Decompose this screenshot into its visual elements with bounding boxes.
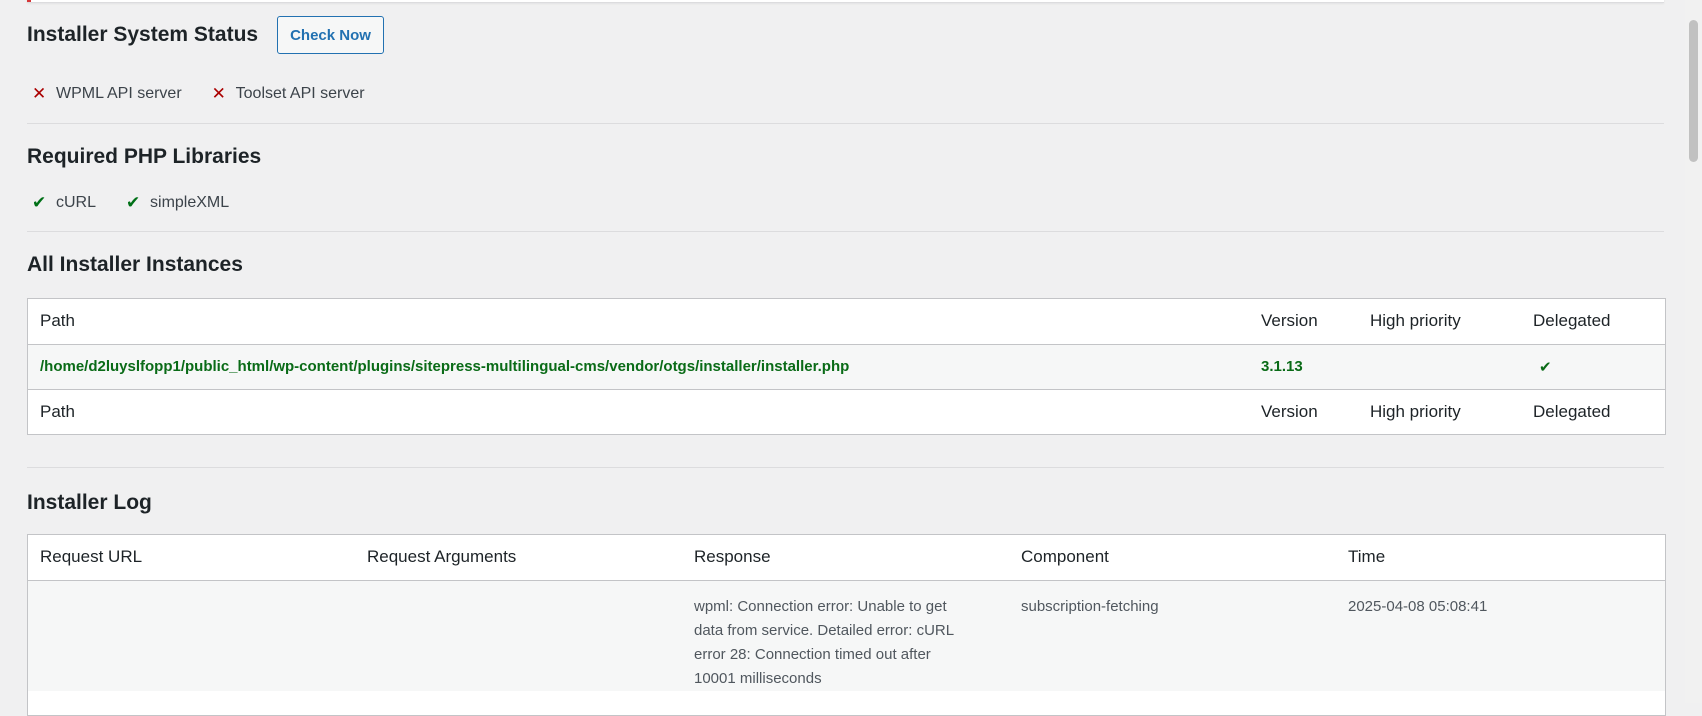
- check-now-button[interactable]: Check Now: [277, 16, 384, 54]
- check-icon: ✔: [32, 193, 47, 212]
- column-footer-delegated: Delegated: [1533, 401, 1611, 421]
- installer-log-title: Installer Log: [27, 491, 152, 514]
- log-request-url: [28, 580, 355, 691]
- library-label: cURL: [56, 194, 97, 211]
- instances-header: All Installer Instances: [27, 253, 243, 277]
- instances-title: All Installer Instances: [27, 253, 243, 276]
- server-label: WPML API server: [56, 85, 182, 102]
- php-libraries-header: Required PHP Libraries: [27, 145, 261, 169]
- notice-accent: [27, 0, 31, 2]
- instance-path: /home/d2luyslfopp1/public_html/wp-conten…: [40, 358, 850, 375]
- column-header-component: Component: [1021, 547, 1109, 567]
- admin-notice-bar: [27, 0, 1664, 3]
- server-label: Toolset API server: [235, 85, 365, 102]
- table-header-row: Request URL Request Arguments Response C…: [28, 535, 1665, 580]
- library-item-curl: ✔ cURL: [32, 193, 96, 213]
- installer-log-table: Request URL Request Arguments Response C…: [27, 534, 1666, 716]
- php-libraries-title: Required PHP Libraries: [27, 145, 262, 168]
- page-scrollbar[interactable]: [1685, 0, 1702, 703]
- log-component: subscription-fetching: [1021, 597, 1159, 615]
- column-header-request-url: Request URL: [40, 547, 143, 567]
- column-header-delegated: Delegated: [1533, 311, 1611, 331]
- column-header-path: Path: [40, 311, 75, 331]
- system-status-title: Installer System Status: [27, 23, 259, 46]
- divider: [27, 467, 1664, 468]
- log-response: wpml: Connection error: Unable to get da…: [694, 597, 954, 687]
- scrollbar-thumb[interactable]: [1689, 20, 1698, 162]
- log-time: 2025-04-08 05:08:41: [1348, 597, 1488, 615]
- server-status-list: ✕ WPML API server ✕ Toolset API server: [32, 84, 395, 104]
- table-row: /home/d2luyslfopp1/public_html/wp-conten…: [28, 344, 1665, 389]
- log-request-arguments: [355, 580, 682, 691]
- column-header-request-arguments: Request Arguments: [367, 547, 517, 567]
- column-footer-version: Version: [1261, 401, 1318, 421]
- library-label: simpleXML: [150, 194, 230, 211]
- table-footer-row: Path Version High priority Delegated: [28, 389, 1665, 434]
- status-item-wpml-api: ✕ WPML API server: [32, 84, 182, 104]
- column-header-high-priority: High priority: [1370, 311, 1461, 331]
- library-status-list: ✔ cURL ✔ simpleXML: [32, 193, 259, 213]
- library-item-simplexml: ✔ simpleXML: [126, 193, 229, 213]
- installer-log-header: Installer Log: [27, 491, 152, 515]
- table-header-row: Path Version High priority Delegated: [28, 299, 1665, 344]
- delegated-check-icon: ✔: [1539, 358, 1552, 376]
- error-x-icon: ✕: [32, 84, 47, 103]
- column-header-time: Time: [1348, 547, 1386, 567]
- error-x-icon: ✕: [211, 84, 226, 103]
- column-footer-path: Path: [40, 401, 75, 421]
- column-header-response: Response: [694, 547, 771, 567]
- column-footer-high-priority: High priority: [1370, 401, 1461, 421]
- divider: [27, 231, 1664, 232]
- instance-high-priority: [1358, 344, 1521, 389]
- table-row: wpml: Connection error: Unable to get da…: [28, 580, 1665, 691]
- instances-table: Path Version High priority Delegated /ho…: [27, 298, 1666, 435]
- system-status-header: Installer System Status Check Now: [27, 16, 384, 54]
- divider: [27, 123, 1664, 124]
- instance-version: 3.1.13: [1261, 358, 1303, 375]
- status-item-toolset-api: ✕ Toolset API server: [212, 84, 365, 104]
- check-icon: ✔: [126, 193, 141, 212]
- column-header-version: Version: [1261, 311, 1318, 331]
